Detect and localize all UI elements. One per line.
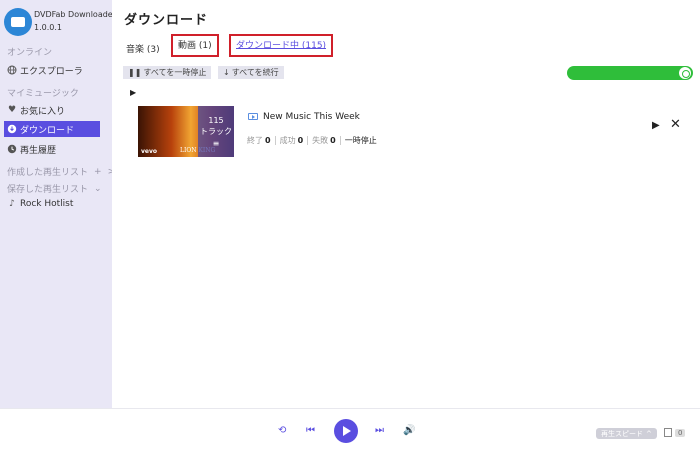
download-icon — [7, 124, 17, 134]
saved-playlists-label: 保存した再生リスト — [7, 185, 89, 195]
resume-all-button[interactable]: ↓ すべてを続行 — [218, 66, 284, 79]
sidebar-item-download[interactable]: ダウンロード — [4, 121, 100, 137]
page-title: ダウンロード — [124, 13, 209, 28]
success-label: 成功 — [279, 136, 296, 145]
thumb-brand: vevo — [141, 148, 158, 155]
completed-count: 0 — [265, 136, 271, 145]
sidebar-item-playlist[interactable]: ♪ Rock Hotlist — [4, 196, 100, 212]
sidebar-item-label: お気に入り — [20, 106, 66, 117]
pause-icon: ❚❚ — [128, 68, 142, 77]
speed-button[interactable]: 再生スピード ^ — [596, 428, 657, 439]
sidebar-item-label: ダウンロード — [20, 125, 75, 136]
app-brand: DVDFab Downloader 1.0.0.1 — [4, 7, 116, 41]
completed-label: 終了 — [247, 136, 263, 145]
created-playlists-label: 作成した再生リスト — [7, 168, 89, 178]
speed-label: 再生スピード — [601, 429, 643, 438]
sidebar-item-history[interactable]: 再生履歴 — [4, 141, 100, 157]
sidebar-item-favorites[interactable]: ♥ お気に入り — [4, 102, 100, 118]
tab-video-label: 動画 (1) — [178, 41, 212, 51]
history-icon — [7, 144, 17, 154]
pause-all-button[interactable]: ❚❚ すべてを一時停止 — [123, 66, 212, 79]
sidebar-item-label: 再生履歴 — [20, 145, 57, 156]
app-version: 1.0.0.1 — [34, 23, 62, 32]
chevron-up-icon: ^ — [646, 429, 652, 438]
failed-count: 0 — [330, 136, 336, 145]
app-logo — [4, 8, 32, 36]
sidebar: DVDFab Downloader 1.0.0.1 オンライン エクスプローラ … — [0, 0, 116, 408]
sidebar-item-explorer[interactable]: エクスプローラ — [4, 62, 100, 78]
track-unit: トラック — [200, 127, 232, 136]
music-note-icon: ♪ — [9, 198, 15, 209]
created-playlists-group[interactable]: 作成した再生リスト + > — [7, 165, 115, 179]
saved-playlists-group[interactable]: 保存した再生リスト ⌄ — [7, 182, 103, 196]
queue-count: 0 — [675, 428, 686, 437]
divider — [339, 136, 341, 145]
player-bar: ⟲ ⏮ ⏭ 🔊 再生スピード ^ 0 — [0, 408, 700, 450]
heart-icon: ♥ — [7, 104, 17, 115]
speed-toggle[interactable] — [567, 66, 693, 80]
sidebar-item-label: エクスプローラ — [20, 66, 83, 77]
section-my-music: マイミュージック — [7, 89, 79, 99]
tab-downloading[interactable]: ダウンロード中 (115) — [229, 34, 334, 57]
download-arrow-icon: ↓ — [223, 68, 230, 77]
playlist-video-icon — [248, 113, 258, 120]
failed-label: 失敗 — [312, 136, 329, 145]
resume-all-label: すべてを続行 — [231, 68, 279, 77]
track-count: 115 — [208, 116, 224, 125]
globe-icon — [7, 65, 17, 75]
sidebar-item-label: Rock Hotlist — [20, 199, 74, 209]
success-count: 0 — [297, 136, 304, 145]
tab-underline — [236, 48, 327, 49]
chevron-down-icon[interactable]: ⌄ — [94, 184, 102, 194]
toggle-knob — [679, 67, 691, 79]
volume-icon[interactable]: 🔊 — [403, 426, 415, 436]
tab-video[interactable]: 動画 (1) — [171, 34, 219, 57]
download-state: 一時停止 — [344, 136, 377, 145]
section-online: オンライン — [7, 48, 53, 58]
download-stats: 終了 0 成功 0 失敗 0 一時停止 — [247, 135, 377, 146]
main-panel: ダウンロード 音楽 (3) 動画 (1) ダウンロード中 (115) ❚❚ すべ… — [112, 0, 700, 408]
playlist-thumbnail[interactable]: vevo LION KING 115 トラック ≡ — [138, 106, 234, 157]
next-icon[interactable]: ⏭ — [375, 426, 384, 436]
app-name: DVDFab Downloader — [34, 10, 117, 19]
playlist-title: New Music This Week — [263, 112, 360, 122]
tab-music[interactable]: 音楽 (3) — [126, 42, 160, 55]
queue-icon — [664, 428, 672, 437]
pause-all-label: すべてを一時停止 — [143, 68, 207, 77]
expand-arrow-icon[interactable]: ▶ — [130, 88, 136, 97]
add-icon[interactable]: + — [94, 167, 102, 177]
previous-icon[interactable]: ⏮ — [306, 426, 315, 436]
divider — [274, 136, 276, 145]
queue-button[interactable]: 0 — [664, 428, 686, 437]
track-count-overlay: 115 トラック ≡ — [198, 106, 234, 157]
repeat-icon[interactable]: ⟲ — [278, 426, 286, 436]
tab-downloading-label: ダウンロード中 (115) — [236, 41, 327, 51]
remove-download-icon[interactable]: ✕ — [670, 117, 681, 132]
list-icon: ≡ — [212, 139, 220, 148]
play-button[interactable] — [334, 419, 358, 443]
resume-download-icon[interactable]: ▶ — [652, 120, 660, 131]
divider — [307, 136, 309, 145]
